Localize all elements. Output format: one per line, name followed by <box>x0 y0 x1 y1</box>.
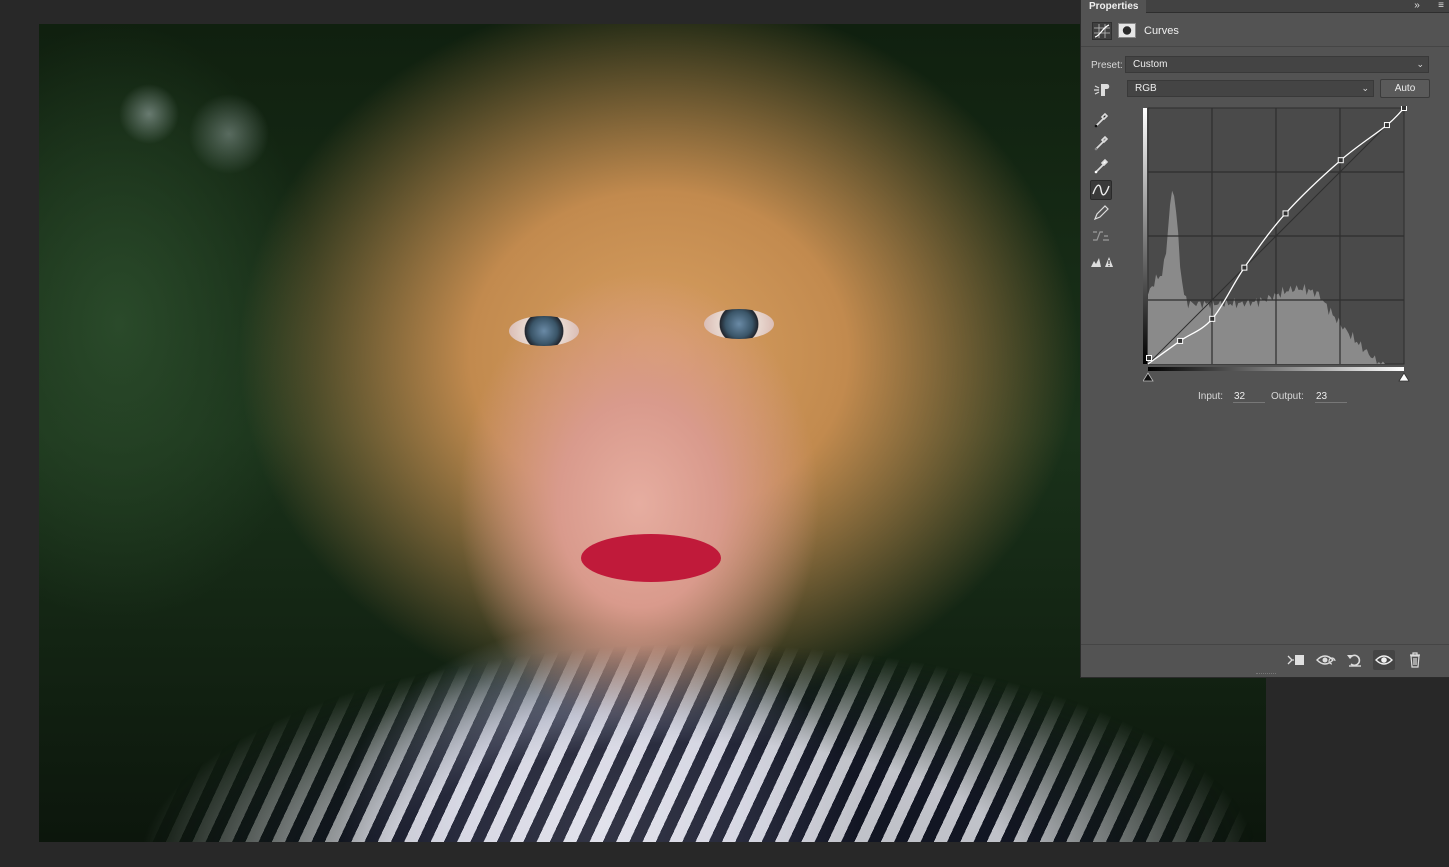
clip-to-layer-icon[interactable] <box>1285 650 1307 670</box>
targeted-adjustment-icon[interactable] <box>1091 82 1113 98</box>
panel-resize-grip[interactable] <box>1256 673 1276 677</box>
preset-value: Custom <box>1133 59 1168 70</box>
chevron-down-icon: ⌄ <box>1361 83 1369 93</box>
delete-trash-icon[interactable] <box>1404 650 1426 670</box>
clipping-warning-icon[interactable] <box>1090 253 1113 273</box>
curve-control-point[interactable] <box>1241 264 1248 271</box>
photo-right-eye <box>704 309 774 339</box>
curve-control-point[interactable] <box>1177 337 1184 344</box>
pencil-icon[interactable] <box>1090 203 1112 223</box>
panel-bottom-bar <box>1081 644 1449 674</box>
chevron-down-icon: ⌄ <box>1416 59 1424 69</box>
panel-title: Curves <box>1144 25 1179 37</box>
vertical-output-gradient <box>1143 108 1147 364</box>
input-field[interactable]: 32 <box>1233 391 1265 403</box>
photo-left-eye <box>509 316 579 346</box>
curve-control-point[interactable] <box>1146 355 1152 361</box>
auto-button[interactable]: Auto <box>1380 79 1430 98</box>
output-label: Output: <box>1271 391 1304 402</box>
preset-label: Preset: <box>1091 60 1123 71</box>
curve-control-point[interactable] <box>1383 122 1390 129</box>
curves-graph[interactable] <box>1142 105 1411 386</box>
black-point-eyedropper-icon[interactable] <box>1090 109 1112 129</box>
channel-select[interactable]: RGB ⌄ <box>1127 80 1374 97</box>
panel-tabbar: Properties » ≡ <box>1081 0 1449 13</box>
reset-icon[interactable] <box>1344 650 1366 670</box>
output-field[interactable]: 23 <box>1315 391 1347 403</box>
panel-header: Curves <box>1081 14 1449 47</box>
curve-control-point[interactable] <box>1282 210 1289 217</box>
horizontal-input-gradient <box>1148 367 1404 371</box>
edit-points-icon[interactable] <box>1090 180 1112 200</box>
collapse-panel-icon[interactable]: » <box>1410 0 1424 13</box>
properties-tab[interactable]: Properties <box>1081 0 1147 13</box>
channel-value: RGB <box>1135 83 1157 94</box>
panel-menu-icon[interactable]: ≡ <box>1435 1 1447 12</box>
black-point-slider[interactable] <box>1142 372 1154 382</box>
curve-control-point[interactable] <box>1209 315 1216 322</box>
curve-control-point[interactable] <box>1337 157 1344 164</box>
visibility-eye-icon[interactable] <box>1373 650 1395 670</box>
properties-panel: Properties » ≡ Curves Preset: Custom ⌄ R… <box>1080 0 1449 678</box>
photo-lips <box>581 534 721 582</box>
white-point-eyedropper-icon[interactable] <box>1090 155 1112 175</box>
input-label: Input: <box>1198 391 1224 402</box>
preset-select[interactable]: Custom ⌄ <box>1125 56 1429 73</box>
smooth-curve-icon[interactable] <box>1090 226 1112 246</box>
layer-mask-icon[interactable] <box>1118 23 1136 38</box>
curves-adjustment-icon[interactable] <box>1092 22 1112 40</box>
white-point-slider[interactable] <box>1398 372 1410 382</box>
gray-point-eyedropper-icon[interactable] <box>1090 132 1112 152</box>
curve-control-point[interactable] <box>1401 105 1407 111</box>
workspace: Properties » ≡ Curves Preset: Custom ⌄ R… <box>0 0 1449 867</box>
input-output-row: Input: 32 Output: 23 <box>1081 389 1449 403</box>
view-previous-state-icon[interactable] <box>1315 650 1337 670</box>
